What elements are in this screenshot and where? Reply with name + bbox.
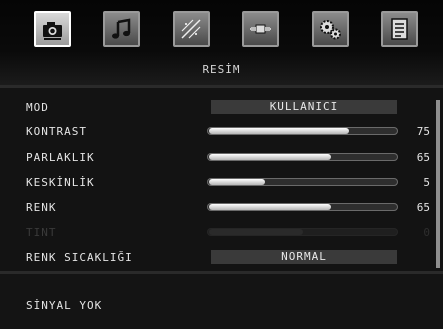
divider: [0, 271, 443, 274]
color-row[interactable]: RENK 65: [0, 198, 430, 218]
color-slider-fill: [209, 204, 331, 210]
color-temperature-label: RENK SICAKLIĞI: [26, 251, 133, 264]
tab-info[interactable]: [381, 11, 418, 47]
tab-setup[interactable]: [312, 11, 349, 47]
mode-row[interactable]: MOD KULLANICI: [0, 98, 430, 118]
tint-value: 0: [423, 226, 430, 239]
section-title: RESİM: [202, 63, 241, 76]
status-text: SİNYAL YOK: [26, 299, 103, 312]
music-icon: [112, 18, 131, 39]
mode-label: MOD: [26, 101, 49, 114]
document-icon: [391, 18, 408, 40]
contrast-value: 75: [416, 125, 430, 138]
tab-source[interactable]: [242, 11, 279, 47]
sparkle-icon: [181, 19, 201, 39]
sharpness-row[interactable]: KESKİNLİK 5: [0, 173, 430, 193]
color-label: RENK: [26, 201, 57, 214]
tab-sound[interactable]: [103, 11, 140, 47]
brightness-slider[interactable]: [207, 153, 398, 161]
tv-osd-menu: RESİM MOD KULLANICI KONTRAST 75 PARLAKLI…: [0, 0, 443, 329]
color-value: 65: [416, 201, 430, 214]
picture-icon: [43, 22, 62, 40]
sharpness-label: KESKİNLİK: [26, 176, 95, 189]
brightness-value: 65: [416, 151, 430, 164]
contrast-row[interactable]: KONTRAST 75: [0, 122, 430, 142]
brightness-slider-fill: [209, 154, 331, 160]
tint-row: TINT 0: [0, 223, 430, 243]
brightness-row[interactable]: PARLAKLIK 65: [0, 148, 430, 168]
sharpness-value: 5: [423, 176, 430, 189]
tint-label: TINT: [26, 226, 57, 239]
sharpness-slider[interactable]: [207, 178, 398, 186]
picture-settings-list: MOD KULLANICI KONTRAST 75 PARLAKLIK 65 K…: [0, 88, 443, 271]
tint-slider: [207, 228, 398, 236]
scrollbar[interactable]: [436, 100, 440, 268]
color-temperature-value[interactable]: NORMAL: [211, 250, 397, 264]
tint-slider-fill: [209, 229, 303, 235]
mode-value[interactable]: KULLANICI: [211, 100, 397, 114]
sharpness-slider-fill: [209, 179, 265, 185]
menu-tab-bar: RESİM: [0, 0, 443, 85]
color-slider[interactable]: [207, 203, 398, 211]
brightness-label: PARLAKLIK: [26, 151, 95, 164]
gears-icon: [320, 20, 341, 40]
contrast-slider-fill: [209, 128, 349, 134]
contrast-slider[interactable]: [207, 127, 398, 135]
color-temperature-row[interactable]: RENK SICAKLIĞI NORMAL: [0, 248, 430, 268]
tab-features[interactable]: [173, 11, 210, 47]
contrast-label: KONTRAST: [26, 125, 87, 138]
tab-picture[interactable]: [34, 11, 71, 47]
connector-icon: [250, 24, 271, 34]
